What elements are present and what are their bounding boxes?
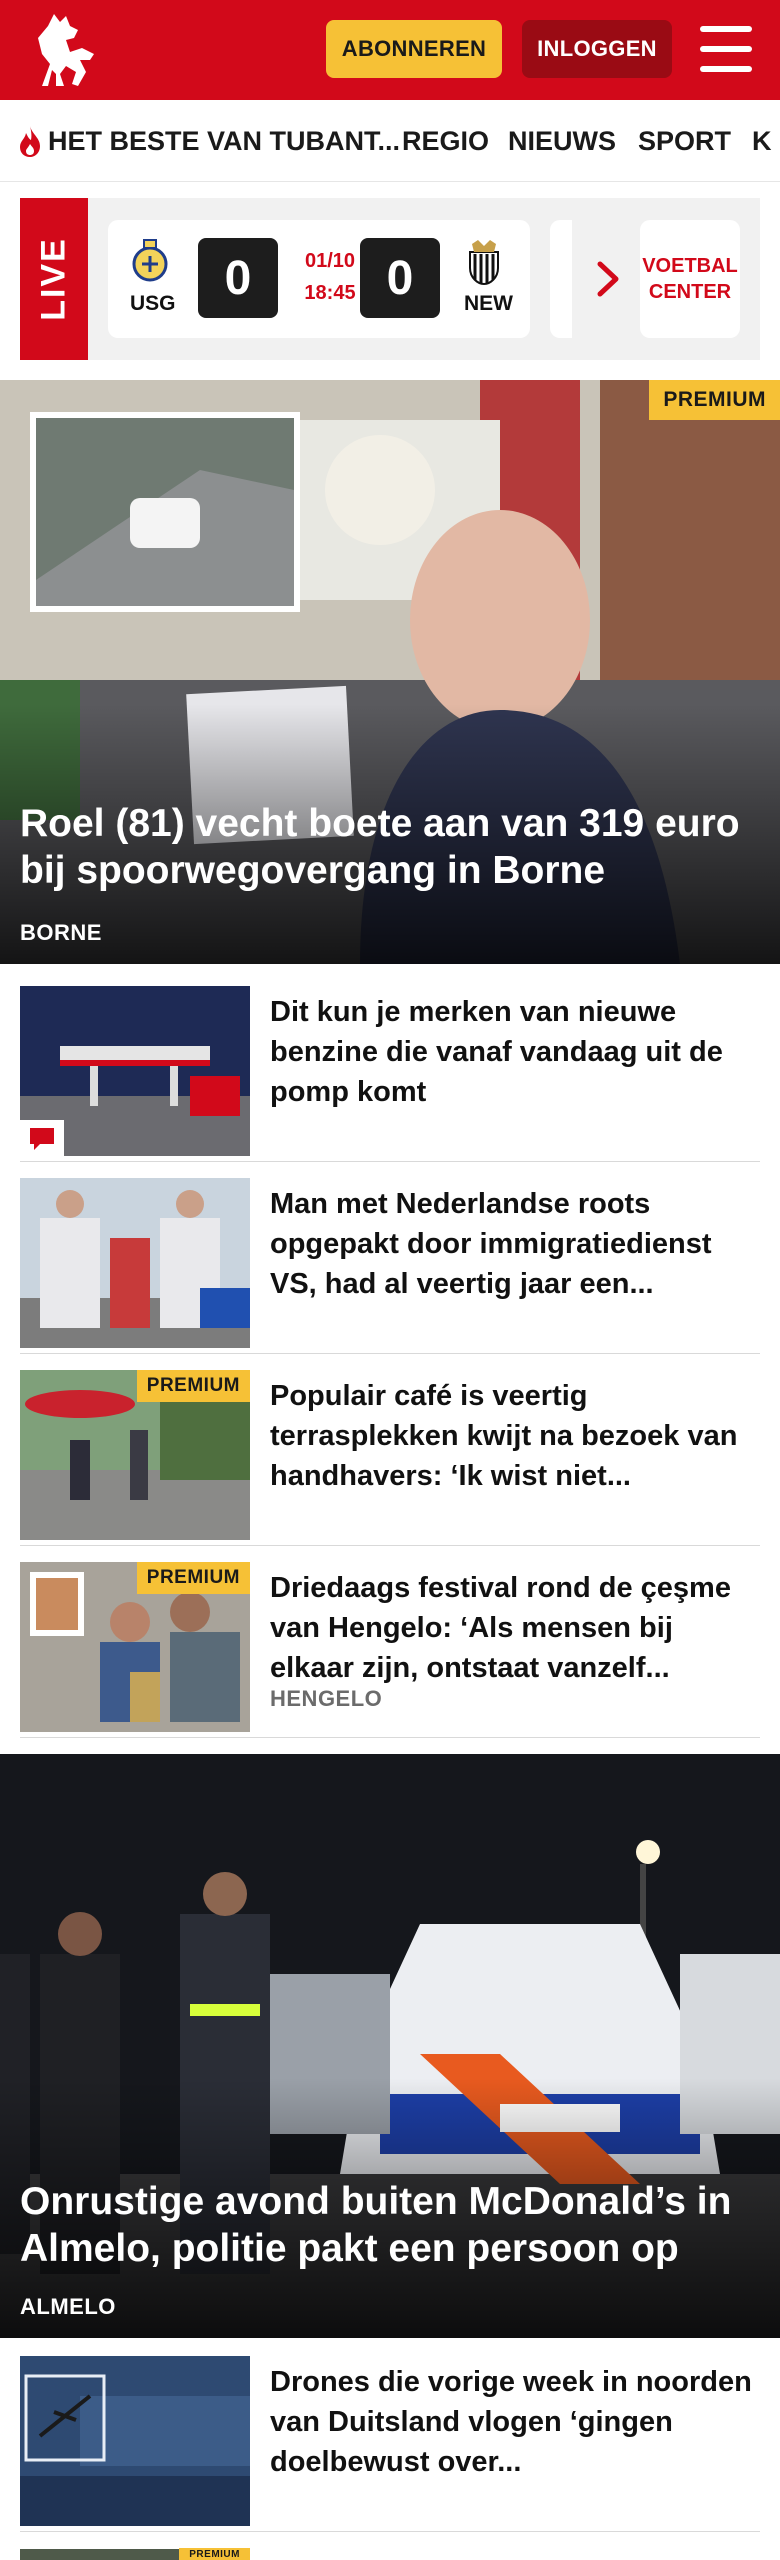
article-thumbnail — [20, 986, 250, 1156]
hero-article[interactable]: Onrustige avond buiten McDonald’s in Alm… — [0, 1754, 780, 2338]
away-score: 0 — [360, 238, 440, 318]
subscribe-button[interactable]: ABONNEREN — [326, 20, 502, 78]
article-thumbnail — [20, 1178, 250, 1348]
tubantia-horse-logo[interactable] — [20, 8, 110, 92]
list-item[interactable]: Man met Nederlandse roots opgepakt door … — [20, 1162, 760, 1354]
premium-badge: PREMIUM — [649, 380, 780, 420]
article-location: HENGELO — [270, 1686, 383, 1711]
nav-label: HET BESTE VAN TUBANT... — [48, 125, 401, 156]
premium-badge: PREMIUM — [179, 2548, 250, 2560]
article-thumbnail — [20, 2356, 250, 2526]
article-title[interactable]: Drones die vorige week in noorden van Du… — [270, 2362, 760, 2482]
next-match-card[interactable] — [550, 220, 572, 338]
nav-item-sport[interactable]: SPORT — [638, 100, 731, 181]
article-title[interactable]: Dit kun je merken van nieuwe benzine die… — [270, 992, 760, 1112]
list-item[interactable]: Drones die vorige week in noorden van Du… — [20, 2340, 760, 2532]
nav-item-nieuws[interactable]: NIEUWS — [508, 100, 616, 181]
premium-badge: PREMIUM — [136, 1562, 250, 1594]
list-item[interactable]: PREMIUM — [20, 2532, 760, 2560]
menu-icon[interactable] — [700, 26, 752, 72]
list-item[interactable]: PREMIUM Driedaags festival rond de çeşme… — [20, 1546, 760, 1738]
usg-crest-icon — [132, 239, 168, 282]
voetbal-center-link[interactable]: VOETBAL CENTER — [640, 220, 740, 338]
article-thumbnail: PREMIUM — [20, 2548, 250, 2560]
hero-article[interactable]: PREMIUM Roel (81) vecht boete aan van 31… — [0, 380, 780, 964]
article-thumbnail: PREMIUM — [20, 1562, 250, 1732]
list-item[interactable]: Dit kun je merken van nieuwe benzine die… — [20, 970, 760, 1162]
article-title[interactable]: Man met Nederlandse roots opgepakt door … — [270, 1184, 760, 1304]
nav-item-regio[interactable]: REGIO — [402, 100, 489, 181]
home-score: 0 — [198, 238, 278, 318]
list-item[interactable]: PREMIUM Populair café is veertig terrasp… — [20, 1354, 760, 1546]
hero-location: BORNE — [20, 920, 102, 945]
chevron-right-icon[interactable] — [588, 256, 628, 302]
newcastle-crest-icon — [469, 240, 499, 286]
comment-icon — [20, 1120, 64, 1156]
home-team-code: USG — [130, 292, 176, 315]
hero-headline[interactable]: Roel (81) vecht boete aan van 319 euro b… — [20, 800, 760, 894]
nav-item-het-beste[interactable]: HET BESTE VAN TUBANT... — [16, 100, 401, 181]
article-title[interactable]: Populair café is veertig terrasplekken k… — [270, 1376, 760, 1496]
flame-icon — [20, 126, 40, 157]
live-tag: LIVE — [20, 198, 88, 360]
live-scoreboard: LIVE USG 0 01/10 18:45 0 NEW VOETBAL CEN… — [20, 198, 760, 360]
match-card[interactable]: USG 0 01/10 18:45 0 NEW — [108, 220, 530, 338]
hero-headline[interactable]: Onrustige avond buiten McDonald’s in Alm… — [20, 2178, 760, 2272]
hero-location: ALMELO — [20, 2294, 116, 2319]
nav-item-more[interactable]: K — [752, 100, 772, 181]
article-thumbnail: PREMIUM — [20, 1370, 250, 1540]
article-title[interactable]: Driedaags festival rond de çeşme van Hen… — [270, 1568, 760, 1688]
section-nav: HET BESTE VAN TUBANT... REGIO NIEUWS SPO… — [0, 100, 780, 182]
away-team-code: NEW — [464, 292, 513, 315]
premium-badge: PREMIUM — [136, 1370, 250, 1402]
login-button[interactable]: INLOGGEN — [522, 20, 672, 78]
top-bar: ABONNEREN INLOGGEN — [0, 0, 780, 100]
